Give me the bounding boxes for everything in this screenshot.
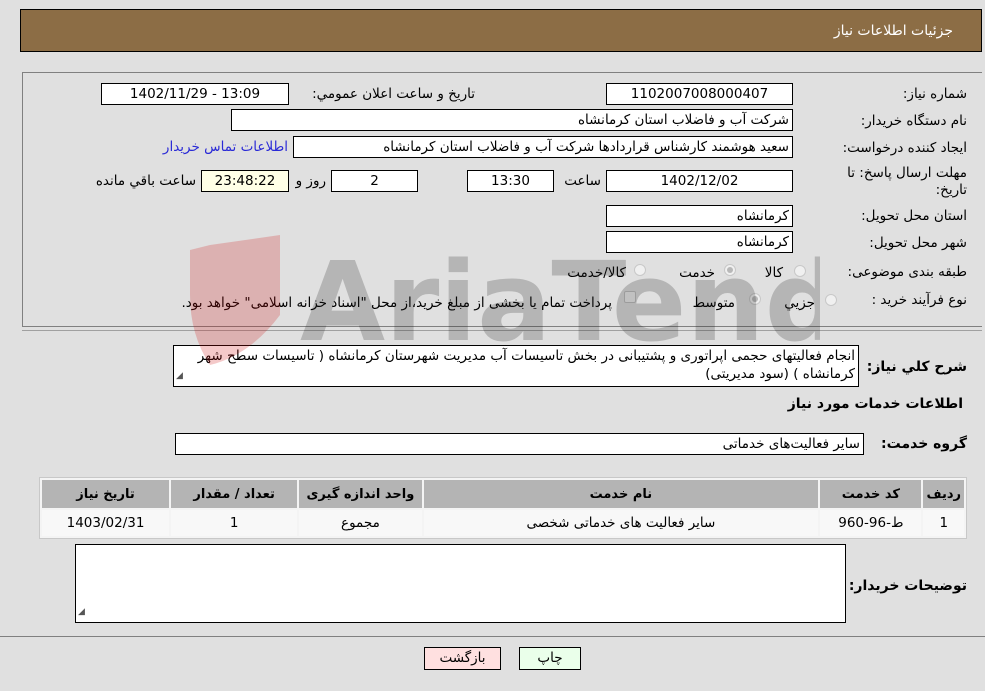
days-label: روز و: [295, 173, 326, 189]
category-radio-goods-service[interactable]: [634, 264, 646, 276]
process-option-medium: متوسط: [692, 295, 735, 311]
page-title: جزئیات اطلاعات نیاز: [833, 23, 953, 39]
print-button[interactable]: چاپ: [519, 647, 581, 670]
table-row: 1 ط-96-960 سایر فعالیت های خدماتی شخصی م…: [42, 510, 964, 536]
description-label: شرح کلي نياز:: [866, 359, 967, 375]
announce-field[interactable]: 1402/11/29 - 13:09: [101, 83, 289, 105]
back-button[interactable]: بازگشت: [424, 647, 501, 670]
creator-label: ايجاد کننده درخواست:: [842, 140, 967, 156]
treasury-text: پرداخت تمام يا بخشی از مبلغ خريد،از محل …: [181, 295, 612, 311]
process-type-label: نوع فرآيند خريد :: [871, 292, 967, 308]
announce-label: تاریخ و ساعت اعلان عمومي:: [312, 86, 475, 102]
category-label: طبقه بندی موضوعی:: [847, 264, 967, 280]
column-header-service-name: نام خدمت: [423, 480, 819, 508]
deadline-time-field[interactable]: 13:30: [467, 170, 554, 192]
resize-grip-icon[interactable]: ◢: [176, 367, 183, 385]
deadline-date-field[interactable]: 1402/12/02: [606, 170, 793, 192]
buyer-org-label: نام دستگاه خريدار:: [860, 113, 967, 129]
buyer-notes-label: توضيحات خريدار:: [848, 578, 967, 594]
days-remaining-field[interactable]: 2: [331, 170, 418, 192]
city-label: شهر محل تحويل:: [869, 235, 967, 251]
services-section-title: اطلاعات خدمات مورد نياز: [787, 396, 963, 412]
column-header-unit: واحد اندازه گيری: [299, 480, 422, 508]
services-table: رديف کد خدمت نام خدمت واحد اندازه گيری ت…: [39, 477, 967, 539]
category-option-goods: کالا: [764, 265, 783, 281]
province-label: استان محل تحويل:: [861, 208, 967, 224]
process-radio-minor[interactable]: [825, 294, 837, 306]
cell-quantity: 1: [171, 510, 298, 536]
need-number-label: شماره نیاز:: [902, 86, 967, 102]
remaining-time-field: 23:48:22: [201, 170, 289, 192]
cell-row-number: 1: [923, 510, 964, 536]
buyer-notes-textarea[interactable]: ◢: [75, 544, 846, 623]
divider: [22, 330, 982, 331]
deadline-time-label: ساعت: [564, 173, 601, 189]
page-header: جزئیات اطلاعات نیاز: [20, 9, 982, 52]
buyer-contact-link[interactable]: اطلاعات تماس خريدار: [163, 139, 288, 155]
cell-service-name: سایر فعالیت های خدماتی شخصی: [423, 510, 819, 536]
category-radio-service[interactable]: [724, 264, 736, 276]
need-number-field[interactable]: 1102007008000407: [606, 83, 793, 105]
buyer-org-field[interactable]: شرکت آب و فاضلاب استان کرمانشاه: [231, 109, 793, 131]
treasury-checkbox[interactable]: [624, 291, 636, 303]
deadline-label: مهلت ارسال پاسخ: تا تاريخ:: [847, 165, 967, 198]
description-textarea[interactable]: انجام فعالیتهای حجمی اپراتوری و پشتیبانی…: [173, 345, 859, 387]
category-option-service: خدمت: [679, 265, 715, 281]
service-group-label: گروه خدمت:: [881, 436, 967, 452]
column-header-quantity: تعداد / مقدار: [171, 480, 298, 508]
cell-service-code: ط-96-960: [820, 510, 922, 536]
cell-unit: مجموع: [299, 510, 422, 536]
resize-grip-icon[interactable]: ◢: [78, 603, 85, 621]
table-header-row: رديف کد خدمت نام خدمت واحد اندازه گيری ت…: [42, 480, 964, 508]
process-radio-medium[interactable]: [749, 293, 761, 305]
province-field[interactable]: کرمانشاه: [606, 205, 793, 227]
cell-need-date: 1403/02/31: [42, 510, 170, 536]
category-radio-goods[interactable]: [794, 265, 806, 277]
description-text: انجام فعالیتهای حجمی اپراتوری و پشتیبانی…: [197, 348, 855, 382]
remaining-time-label: ساعت باقي مانده: [95, 173, 196, 189]
service-group-field[interactable]: سایر فعالیت‌های خدماتی: [175, 433, 864, 455]
divider: [0, 636, 985, 637]
city-field[interactable]: کرمانشاه: [606, 231, 793, 253]
divider: [22, 326, 982, 327]
creator-field[interactable]: سعید هوشمند کارشناس قراردادها شرکت آب و …: [293, 136, 793, 158]
process-option-minor: جزيي: [784, 295, 815, 311]
column-header-service-code: کد خدمت: [820, 480, 922, 508]
category-option-goods-service: کالا/خدمت: [567, 265, 626, 281]
column-header-need-date: تاريخ نياز: [42, 480, 170, 508]
column-header-row-number: رديف: [923, 480, 964, 508]
